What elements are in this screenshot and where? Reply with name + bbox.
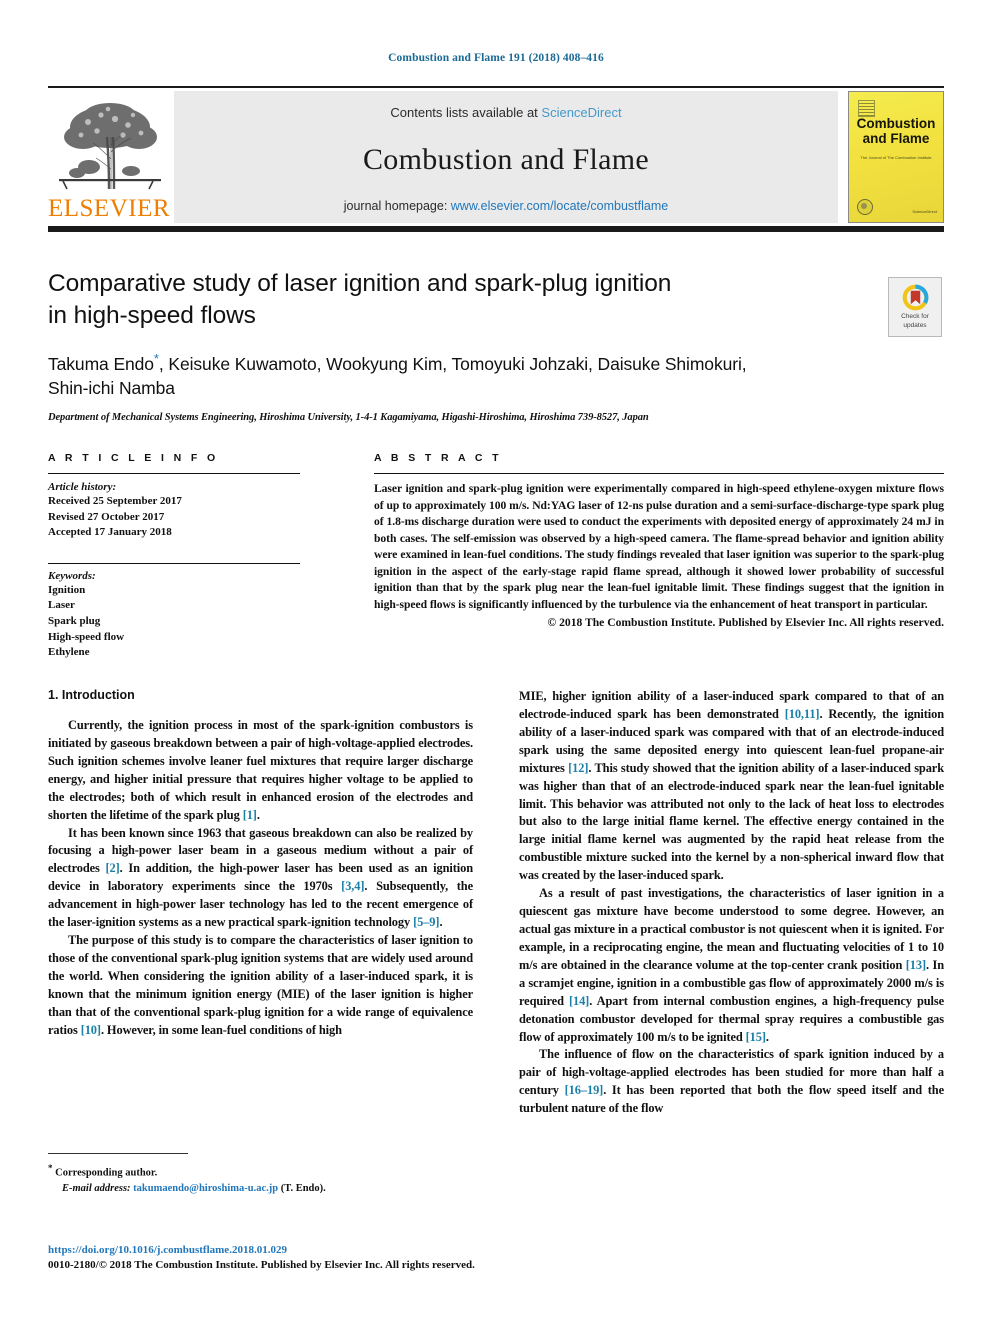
masthead-top-rule	[48, 86, 944, 88]
corresponding-author-footnote: * Corresponding author. E-mail address: …	[48, 1153, 473, 1196]
journal-homepage-line: journal homepage: www.elsevier.com/locat…	[344, 199, 668, 213]
contents-lists-prefix: Contents lists available at	[390, 105, 542, 120]
keywords-rule	[48, 562, 300, 564]
journal-homepage-link[interactable]: www.elsevier.com/locate/combustflame	[451, 199, 668, 213]
info-abstract-band: A R T I C L E I N F O Article history: R…	[48, 452, 944, 661]
journal-masthead: ELSEVIER Contents lists available at Sci…	[48, 86, 944, 232]
crossmark-label: Check for updates	[901, 313, 929, 329]
elsevier-wordmark: ELSEVIER	[47, 195, 171, 222]
history-received: Received 25 September 2017	[48, 495, 182, 507]
cover-brand: ScienceDirect	[912, 209, 937, 214]
paragraph: Currently, the ignition process in most …	[48, 718, 473, 822]
page-title: Comparative study of laser ignition and …	[48, 268, 748, 333]
article-info-rule	[48, 473, 300, 474]
article-info-heading: A R T I C L E I N F O	[48, 452, 219, 464]
citation-reference[interactable]: [13]	[906, 958, 926, 972]
keyword-item: High-speed flow	[48, 630, 125, 643]
paper-title-line1: Comparative study of laser ignition and …	[48, 270, 672, 297]
paragraph: MIE, higher ignition ability of a laser-…	[519, 689, 944, 883]
title-block: Comparative study of laser ignition and …	[48, 268, 944, 423]
doi-footer: https://doi.org/10.1016/j.combustflame.2…	[48, 1240, 748, 1271]
author-list-line2: Shin-ichi Namba	[48, 377, 175, 398]
paragraph: The purpose of this study is to compare …	[48, 933, 473, 1037]
cover-subtitle: The Journal of The Combustion Institute	[860, 155, 932, 160]
paper-page: Combustion and Flame 191 (2018) 408–416	[0, 0, 992, 1323]
email-address-label: E-mail address:	[62, 1182, 131, 1194]
abstract-rule	[374, 473, 944, 474]
footer-copyright: 0010-2180/© 2018 The Combustion Institut…	[48, 1259, 475, 1271]
email-owner-suffix: (T. Endo).	[280, 1182, 326, 1194]
cover-seal-icon	[857, 199, 873, 215]
cover-title-line1: Combustion	[856, 116, 936, 131]
history-revised: Revised 27 October 2017	[48, 510, 165, 523]
footnote-star-marker: *	[48, 1163, 53, 1173]
keyword-item: Spark plug	[48, 615, 101, 628]
body-columns: 1. Introduction Currently, the ignition …	[48, 688, 944, 1118]
citation-reference[interactable]: [3,4]	[341, 879, 364, 893]
author-list: Takuma Endo*, Keisuke Kuwamoto, Wookyung…	[48, 350, 838, 400]
email-note: E-mail address: takumaendo@hiroshima-u.a…	[48, 1181, 473, 1196]
abstract-column: A B S T R A C T Laser ignition and spark…	[374, 452, 944, 661]
elsevier-logo: ELSEVIER	[48, 91, 170, 223]
citation-reference[interactable]: [1]	[243, 808, 257, 822]
keyword-item: Ethylene	[48, 646, 90, 659]
abstract-copyright: © 2018 The Combustion Institute. Publish…	[547, 615, 944, 629]
citation-reference[interactable]: [15]	[746, 1030, 766, 1044]
sciencedirect-link[interactable]: ScienceDirect	[541, 105, 621, 120]
keyword-item: Laser	[48, 599, 75, 612]
citation-reference[interactable]: [5–9]	[413, 915, 439, 929]
paragraph: It has been known since 1963 that gaseou…	[48, 825, 473, 930]
cover-title-line2: and Flame	[862, 131, 930, 147]
article-info-column: A R T I C L E I N F O Article history: R…	[48, 452, 300, 661]
elsevier-tree-icon	[59, 103, 161, 190]
cover-institute-logo-icon	[858, 100, 875, 117]
keywords-label: Keywords:	[48, 569, 96, 582]
paragraph: As a result of past investigations, the …	[519, 886, 945, 1044]
citation-reference[interactable]: [10,11]	[785, 707, 820, 721]
citation-reference[interactable]: [12]	[568, 761, 588, 775]
abstract-text: Laser ignition and spark-plug ignition w…	[374, 482, 944, 612]
masthead-bottom-rule	[48, 226, 944, 232]
citation-reference[interactable]: [16–19]	[565, 1083, 604, 1097]
author-first: Takuma Endo	[48, 353, 154, 374]
keyword-item: Ignition	[48, 583, 86, 596]
footnote-rule	[48, 1153, 188, 1154]
journal-banner: Contents lists available at ScienceDirec…	[174, 91, 838, 223]
citation-reference[interactable]: [14]	[569, 994, 589, 1008]
running-head-citation: Combustion and Flame 191 (2018) 408–416	[388, 52, 604, 64]
contents-lists-line: Contents lists available at ScienceDirec…	[390, 105, 621, 120]
author-affiliation: Department of Mechanical Systems Enginee…	[48, 411, 649, 423]
homepage-prefix: journal homepage:	[343, 199, 451, 213]
crossmark-label-line1: Check for	[901, 313, 929, 321]
abstract-heading: A B S T R A C T	[374, 452, 502, 464]
corresponding-author-note: * Corresponding author.	[48, 1162, 473, 1181]
citation-reference[interactable]: [2]	[105, 861, 119, 875]
journal-title: Combustion and Flame	[363, 142, 649, 176]
cover-title: Combustion and Flame	[849, 116, 943, 146]
corresponding-author-email-link[interactable]: takumaendo@hiroshima-u.ac.jp	[133, 1183, 278, 1194]
crossmark-badge[interactable]: Check for updates	[888, 277, 942, 337]
body-left-column: 1. Introduction Currently, the ignition …	[48, 688, 473, 1118]
journal-cover-thumbnail: Combustion and Flame The Journal of The …	[848, 91, 944, 223]
article-history-label: Article history:	[48, 481, 117, 493]
crossmark-label-line2: updates	[903, 321, 927, 329]
crossmark-logo-icon	[902, 285, 928, 311]
doi-link[interactable]: https://doi.org/10.1016/j.combustflame.2…	[48, 1244, 287, 1256]
body-right-column: MIE, higher ignition ability of a laser-…	[519, 688, 944, 1118]
paper-title-line2: in high-speed flows	[48, 302, 256, 330]
corresponding-author-text: Corresponding author.	[55, 1167, 158, 1179]
citation-reference[interactable]: [10]	[81, 1023, 101, 1037]
history-accepted: Accepted 17 January 2018	[48, 526, 172, 539]
section-heading-introduction: 1. Introduction	[48, 688, 135, 702]
paragraph: The influence of flow on the characteris…	[519, 1047, 944, 1116]
author-list-rest: , Keisuke Kuwamoto, Wookyung Kim, Tomoyu…	[158, 353, 747, 374]
